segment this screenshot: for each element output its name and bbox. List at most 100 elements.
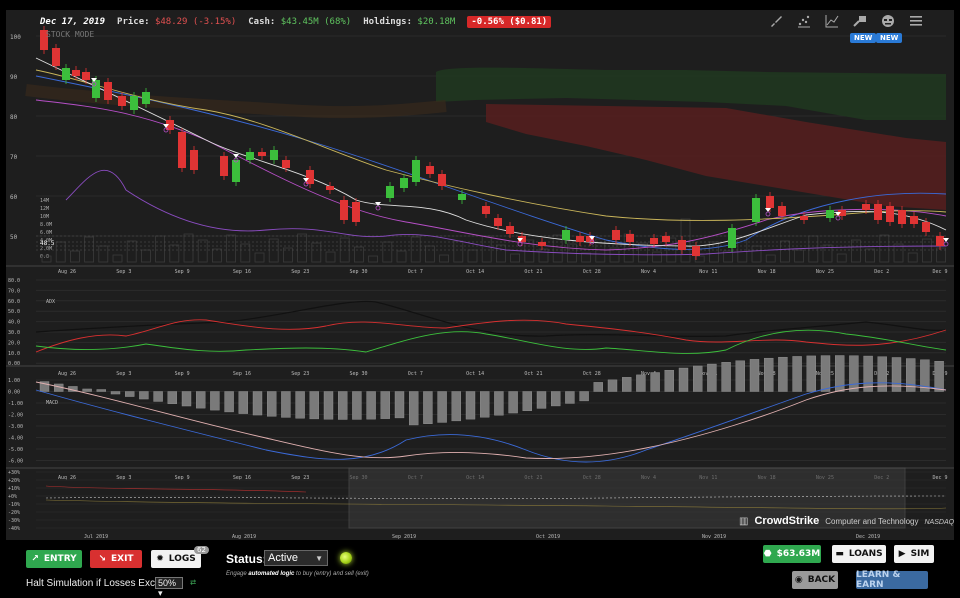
adx-date-tick: Sep 9 — [175, 371, 190, 377]
building-icon: ▥ — [739, 516, 749, 527]
volume-bar — [922, 238, 932, 263]
sim-button[interactable]: ▶ SIM — [894, 545, 934, 563]
price-date-tick: Oct 21 — [524, 269, 542, 275]
candle — [576, 236, 584, 242]
header-info: Dec 17, 2019 Price: $48.29 (-3.15%) Cash… — [40, 16, 552, 28]
macd-histogram-bar — [636, 374, 646, 392]
volume-tick-label: 12M — [40, 206, 49, 212]
adx-tick-label: 80.0 — [8, 278, 20, 284]
volume-tick-label: 6.0M — [40, 230, 52, 236]
overview-tick-label: +0% — [8, 494, 17, 500]
logs-button[interactable]: ✹ LOGS — [151, 550, 201, 568]
price-chart[interactable]: 100908070605014M12M10M8.0M6.0M4.0M2.0M0.… — [6, 10, 954, 540]
macd-histogram-bar — [593, 382, 603, 392]
candle — [306, 170, 314, 184]
entry-button[interactable]: ↗ ENTRY — [26, 550, 82, 568]
app-window: 100 90 80 70 60 50 14M 12M 10M 8.0M 6.0M 4.0M 2.0M 0.… — [0, 0, 960, 598]
exit-button[interactable]: ↘ EXIT — [90, 550, 142, 568]
macd-histogram-bar — [82, 388, 92, 392]
company-sector: Computer and Technology — [825, 517, 919, 526]
macd-histogram-bar — [366, 391, 376, 420]
play-icon: ▶ — [898, 549, 906, 559]
brush-icon[interactable] — [768, 14, 784, 30]
status-help-text: Engage automated logic to buy (entry) an… — [226, 571, 369, 577]
volume-bar — [112, 254, 123, 263]
chart-area[interactable]: 100 90 80 70 60 50 14M 12M 10M 8.0M 6.0M 4.0M 2.0M 0.… — [6, 10, 954, 540]
candle — [82, 72, 90, 80]
candle — [936, 236, 944, 246]
price-date-tick: Nov 25 — [816, 269, 834, 275]
adx-tick-label: 60.0 — [8, 299, 20, 305]
candle — [438, 174, 446, 186]
loans-button[interactable]: ▬ LOANS — [832, 545, 886, 563]
status-select[interactable]: Active ▼ — [264, 550, 328, 566]
scatter-icon[interactable] — [796, 14, 812, 30]
macd-histogram-bar — [934, 361, 944, 392]
volume-bar — [851, 239, 861, 263]
cash-value: $43.45M (68%) — [280, 17, 352, 27]
macd-histogram-bar — [607, 379, 618, 392]
company-exchange: NASDAQ — [924, 519, 955, 526]
swap-icon[interactable]: ⇄ — [190, 577, 196, 588]
macd-histogram-bar — [721, 362, 731, 392]
price-date-tick: Sep 23 — [291, 269, 309, 275]
trade-marker-dot — [375, 205, 381, 211]
macd-histogram-bar — [323, 391, 334, 420]
price-date-tick: Sep 30 — [350, 269, 368, 275]
candle — [178, 132, 186, 168]
volume-bar — [325, 251, 336, 263]
cash-button[interactable]: ⬣ $63.63M — [763, 545, 821, 563]
mask-icon[interactable] — [880, 14, 896, 30]
new-badge-mask: NEW — [876, 33, 903, 43]
macd-histogram-bar — [195, 391, 206, 409]
volume-bar — [396, 250, 407, 263]
volume-bar — [879, 234, 890, 263]
trend-down-icon: ↘ — [98, 554, 106, 564]
candle — [874, 204, 882, 220]
line-chart-icon[interactable] — [824, 14, 840, 30]
adx-tick-label: 40.0 — [8, 320, 20, 326]
volume-bar — [808, 235, 819, 263]
macd-histogram-bar — [451, 391, 461, 422]
macd-histogram-bar — [352, 391, 362, 420]
volume-bar — [84, 236, 94, 263]
volume-tick-label: 8.0M — [40, 222, 52, 228]
overview-month-label: Nov 2019 — [702, 534, 726, 540]
halt-threshold-select[interactable]: 50% ▾ — [155, 577, 183, 598]
volume-bar — [794, 249, 804, 263]
candle — [886, 206, 894, 222]
overview-month-label: Oct 2019 — [536, 534, 560, 540]
price-date-tick: Sep 3 — [116, 269, 131, 275]
macd-histogram-bar — [210, 391, 220, 411]
candle — [400, 178, 408, 188]
price-value: $48.29 (-3.15%) — [154, 17, 237, 27]
menu-icon[interactable] — [908, 14, 924, 30]
volume-bar — [410, 236, 421, 263]
overview-line — [45, 485, 307, 493]
volume-bar — [439, 254, 450, 263]
volume-bar — [495, 244, 506, 263]
volume-bar — [737, 236, 748, 263]
current-date: Dec 17, 2019 — [40, 17, 106, 27]
learn-earn-button[interactable]: LEARN & EARN — [856, 570, 928, 590]
toolbar — [768, 14, 924, 30]
macd-histogram-bar — [764, 357, 774, 392]
cash-label: Cash: — [248, 17, 276, 27]
volume-tick-label: 0.0 — [40, 254, 49, 260]
price-date-tick: Sep 9 — [175, 269, 190, 275]
volume-bar — [183, 233, 194, 263]
volume-bar — [836, 253, 847, 263]
macd-histogram-bar — [494, 391, 504, 416]
adx-date-tick: Sep 16 — [233, 371, 251, 377]
price-date-tick: Dec 2 — [874, 269, 889, 275]
macd-histogram-bar — [124, 391, 135, 397]
plug-icon[interactable] — [852, 14, 868, 30]
candle — [626, 234, 634, 242]
adx-tick-label: 50.0 — [8, 309, 20, 315]
candle — [220, 156, 228, 176]
candle — [922, 222, 930, 232]
candle — [826, 210, 834, 218]
back-button[interactable]: ◉ BACK — [792, 571, 838, 589]
macd-histogram-bar — [508, 391, 518, 414]
macd-tick-label: -4.00 — [8, 436, 23, 442]
